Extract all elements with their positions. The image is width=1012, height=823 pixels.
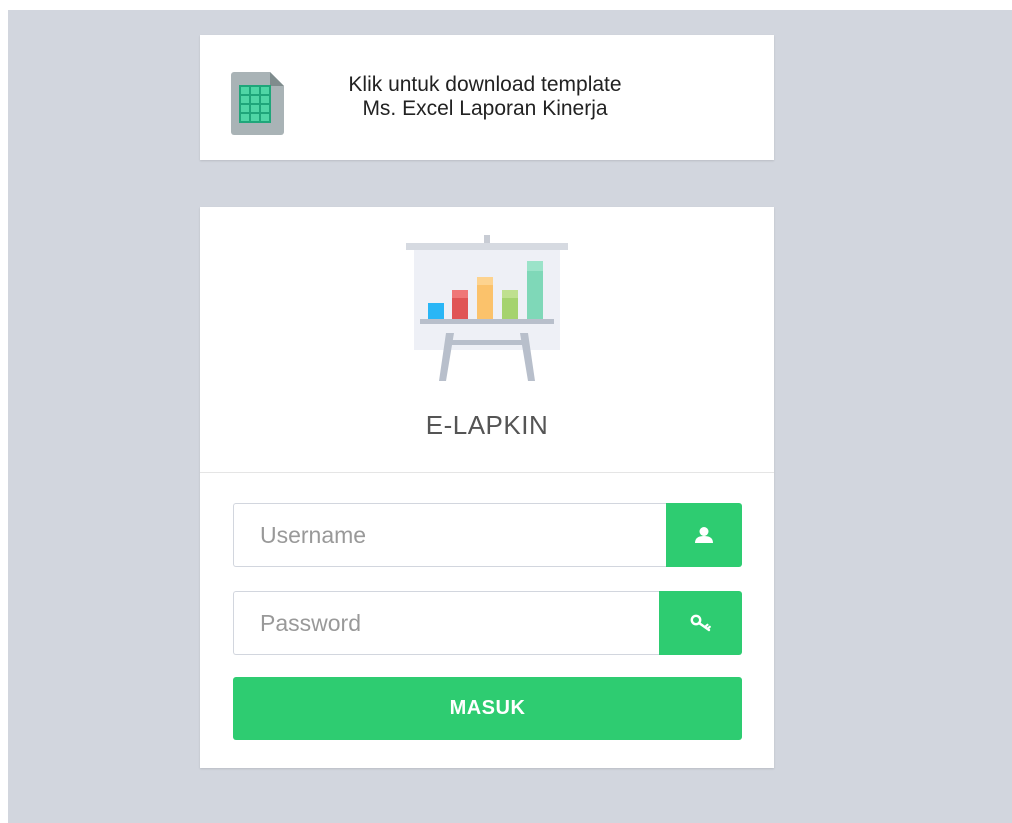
password-addon: [659, 591, 742, 655]
divider: [200, 472, 774, 473]
login-submit-button[interactable]: MASUK: [233, 677, 742, 740]
download-text-line1: Klik untuk download template: [348, 73, 622, 96]
password-group: [233, 591, 742, 655]
download-text-line2: Ms. Excel Laporan Kinerja: [362, 97, 608, 120]
app-title: E-LAPKIN: [425, 410, 549, 440]
download-template-link[interactable]: Klik untuk download template Ms. Excel L…: [200, 35, 774, 160]
download-text: Klik untuk download template Ms. Excel L…: [305, 73, 665, 121]
login-card: E-LAPKIN MASUK: [200, 207, 774, 768]
key-icon: [690, 614, 711, 632]
password-input[interactable]: [233, 591, 659, 655]
username-group: [233, 503, 742, 567]
user-icon: [695, 527, 713, 543]
username-addon: [666, 503, 742, 567]
username-input[interactable]: [233, 503, 666, 567]
presentation-board-icon: [406, 235, 568, 381]
spreadsheet-icon: [231, 72, 284, 135]
